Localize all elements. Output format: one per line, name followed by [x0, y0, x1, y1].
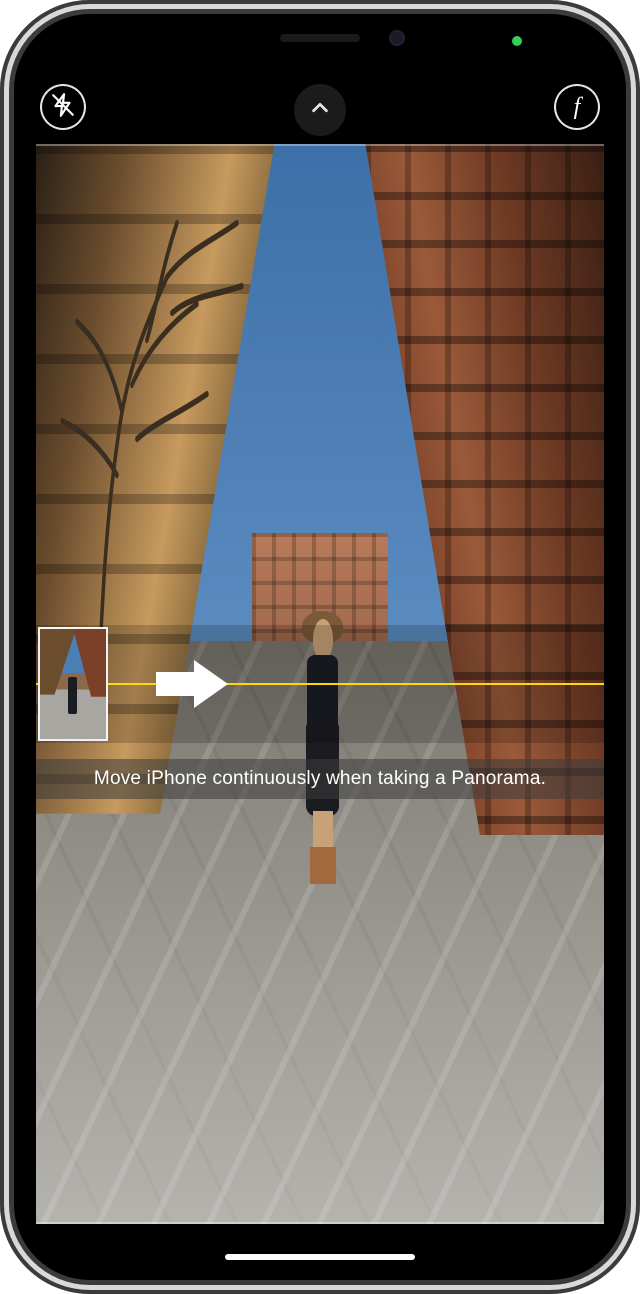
ring-switch [0, 210, 2, 250]
flash-toggle-button[interactable] [40, 84, 86, 130]
filters-icon: f [574, 94, 581, 121]
camera-in-use-indicator [512, 36, 522, 46]
arrow-right-icon [156, 695, 228, 712]
panorama-preview-thumbnail [38, 627, 108, 741]
earpiece-speaker [280, 34, 360, 42]
volume-down-button [0, 390, 2, 470]
viewfinder-edge [36, 1222, 604, 1224]
filters-button[interactable]: f [554, 84, 600, 130]
camera-controls-expand-button[interactable] [294, 84, 346, 136]
flash-off-icon [50, 92, 76, 123]
chevron-up-icon [309, 97, 331, 124]
camera-viewfinder[interactable]: Move iPhone continuously when taking a P… [36, 144, 604, 1224]
front-camera [389, 30, 405, 46]
panorama-hint-text: Move iPhone continuously when taking a P… [36, 759, 604, 799]
panorama-direction-arrow[interactable] [156, 660, 228, 708]
notch [185, 18, 455, 58]
panorama-center-line [36, 683, 604, 685]
screen: f [18, 18, 622, 1276]
volume-up-button [0, 290, 2, 370]
home-indicator[interactable] [225, 1254, 415, 1260]
viewfinder-edge [36, 144, 604, 146]
panorama-guide-strip[interactable] [36, 625, 604, 743]
device-frame: f [0, 0, 640, 1294]
